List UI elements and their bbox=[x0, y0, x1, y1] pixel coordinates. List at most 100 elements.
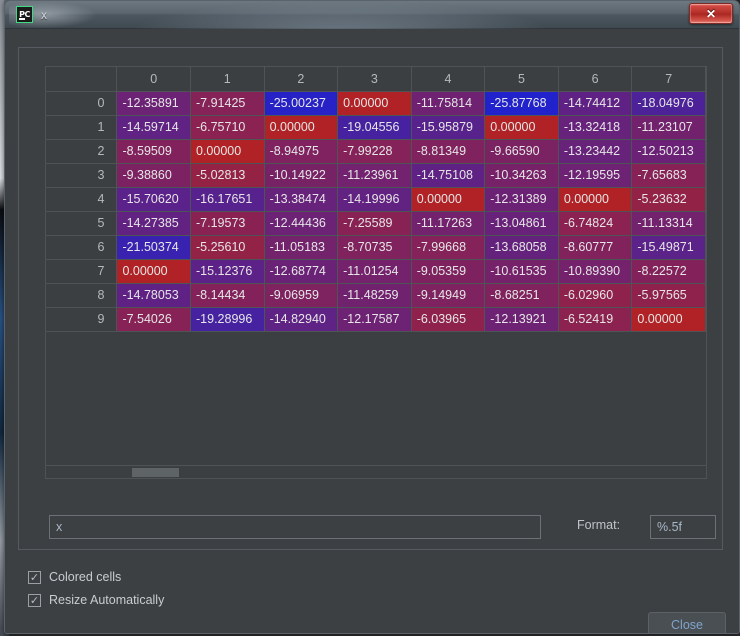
cell-9-1[interactable]: -19.28996 bbox=[190, 307, 265, 332]
cell-7-3[interactable]: -11.01254 bbox=[337, 259, 412, 284]
cell-5-4[interactable]: -11.17263 bbox=[411, 211, 486, 236]
horizontal-scrollbar-thumb[interactable] bbox=[132, 468, 179, 477]
cell-1-4[interactable]: -15.95879 bbox=[411, 115, 486, 140]
cell-4-6[interactable]: 0.00000 bbox=[558, 187, 633, 212]
cell-3-4[interactable]: -14.75108 bbox=[411, 163, 486, 188]
cell-4-5[interactable]: -12.31389 bbox=[484, 187, 559, 212]
cell-0-5[interactable]: -25.87768 bbox=[484, 91, 559, 116]
cell-5-3[interactable]: -7.25589 bbox=[337, 211, 412, 236]
cell-3-2[interactable]: -10.14922 bbox=[264, 163, 339, 188]
cell-1-6[interactable]: -13.32418 bbox=[558, 115, 633, 140]
column-header-0[interactable]: 0 bbox=[116, 67, 191, 92]
cell-7-1[interactable]: -15.12376 bbox=[190, 259, 265, 284]
cell-8-7[interactable]: -5.97565 bbox=[631, 283, 706, 308]
cell-3-3[interactable]: -11.23961 bbox=[337, 163, 412, 188]
cell-1-3[interactable]: -19.04556 bbox=[337, 115, 412, 140]
cell-2-7[interactable]: -12.50213 bbox=[631, 139, 706, 164]
cell-9-5[interactable]: -12.13921 bbox=[484, 307, 559, 332]
cell-7-2[interactable]: -12.68774 bbox=[264, 259, 339, 284]
cell-9-4[interactable]: -6.03965 bbox=[411, 307, 486, 332]
cell-2-6[interactable]: -13.23442 bbox=[558, 139, 633, 164]
cell-9-7[interactable]: 0.00000 bbox=[631, 307, 706, 332]
cell-7-5[interactable]: -10.61535 bbox=[484, 259, 559, 284]
cell-9-0[interactable]: -7.54026 bbox=[116, 307, 191, 332]
column-header-3[interactable]: 3 bbox=[337, 67, 412, 92]
cell-6-2[interactable]: -11.05183 bbox=[264, 235, 339, 260]
cell-5-5[interactable]: -13.04861 bbox=[484, 211, 559, 236]
column-header-1[interactable]: 1 bbox=[190, 67, 265, 92]
cell-9-6[interactable]: -6.52419 bbox=[558, 307, 633, 332]
cell-7-6[interactable]: -10.89390 bbox=[558, 259, 633, 284]
cell-2-0[interactable]: -8.59509 bbox=[116, 139, 191, 164]
column-header-4[interactable]: 4 bbox=[411, 67, 486, 92]
cell-6-1[interactable]: -5.25610 bbox=[190, 235, 265, 260]
cell-0-0[interactable]: -12.35891 bbox=[116, 91, 191, 116]
row-header-9[interactable]: 9 bbox=[46, 307, 118, 332]
resize-automatically-checkbox[interactable]: ✓ Resize Automatically bbox=[28, 593, 164, 607]
array-table-viewport[interactable]: 01234567 0 -12.35891 -7.91425 -25.00237 0.00… bbox=[45, 66, 707, 466]
colored-cells-checkbox[interactable]: ✓ Colored cells bbox=[28, 570, 121, 584]
row-header-3[interactable]: 3 bbox=[46, 163, 118, 188]
cell-0-6[interactable]: -14.74412 bbox=[558, 91, 633, 116]
cell-4-3[interactable]: -14.19996 bbox=[337, 187, 412, 212]
column-header-7[interactable]: 7 bbox=[631, 67, 706, 92]
cell-9-3[interactable]: -12.17587 bbox=[337, 307, 412, 332]
row-header-5[interactable]: 5 bbox=[46, 211, 118, 236]
row-header-4[interactable]: 4 bbox=[46, 187, 118, 212]
cell-4-4[interactable]: 0.00000 bbox=[411, 187, 486, 212]
cell-8-5[interactable]: -8.68251 bbox=[484, 283, 559, 308]
cell-5-0[interactable]: -14.27385 bbox=[116, 211, 191, 236]
row-header-6[interactable]: 6 bbox=[46, 235, 118, 260]
row-header-7[interactable]: 7 bbox=[46, 259, 118, 284]
horizontal-scrollbar[interactable] bbox=[45, 466, 707, 479]
cell-1-7[interactable]: -11.23107 bbox=[631, 115, 706, 140]
cell-2-4[interactable]: -8.81349 bbox=[411, 139, 486, 164]
cell-2-1[interactable]: 0.00000 bbox=[190, 139, 265, 164]
cell-8-4[interactable]: -9.14949 bbox=[411, 283, 486, 308]
close-button[interactable]: Close bbox=[648, 612, 726, 633]
cell-3-5[interactable]: -10.34263 bbox=[484, 163, 559, 188]
cell-7-4[interactable]: -9.05359 bbox=[411, 259, 486, 284]
cell-4-0[interactable]: -15.70620 bbox=[116, 187, 191, 212]
cell-2-3[interactable]: -7.99228 bbox=[337, 139, 412, 164]
cell-8-0[interactable]: -14.78053 bbox=[116, 283, 191, 308]
cell-6-5[interactable]: -13.68058 bbox=[484, 235, 559, 260]
cell-8-1[interactable]: -8.14434 bbox=[190, 283, 265, 308]
cell-9-2[interactable]: -14.82940 bbox=[264, 307, 339, 332]
cell-4-1[interactable]: -16.17651 bbox=[190, 187, 265, 212]
cell-3-1[interactable]: -5.02813 bbox=[190, 163, 265, 188]
row-header-0[interactable]: 0 bbox=[46, 91, 118, 116]
format-input[interactable] bbox=[650, 515, 716, 539]
cell-0-2[interactable]: -25.00237 bbox=[264, 91, 339, 116]
cell-5-1[interactable]: -7.19573 bbox=[190, 211, 265, 236]
cell-5-6[interactable]: -6.74824 bbox=[558, 211, 633, 236]
cell-1-1[interactable]: -6.75710 bbox=[190, 115, 265, 140]
column-header-5[interactable]: 5 bbox=[484, 67, 559, 92]
cell-6-0[interactable]: -21.50374 bbox=[116, 235, 191, 260]
window-close-button[interactable]: ✕ bbox=[689, 3, 733, 24]
cell-6-6[interactable]: -8.60777 bbox=[558, 235, 633, 260]
column-header-6[interactable]: 6 bbox=[558, 67, 633, 92]
cell-7-0[interactable]: 0.00000 bbox=[116, 259, 191, 284]
cell-5-7[interactable]: -11.13314 bbox=[631, 211, 706, 236]
cell-5-2[interactable]: -12.44436 bbox=[264, 211, 339, 236]
cell-3-6[interactable]: -12.19595 bbox=[558, 163, 633, 188]
cell-8-6[interactable]: -6.02960 bbox=[558, 283, 633, 308]
cell-1-0[interactable]: -14.59714 bbox=[116, 115, 191, 140]
cell-1-5[interactable]: 0.00000 bbox=[484, 115, 559, 140]
row-header-8[interactable]: 8 bbox=[46, 283, 118, 308]
cell-0-1[interactable]: -7.91425 bbox=[190, 91, 265, 116]
expression-input[interactable] bbox=[49, 515, 541, 539]
column-header-2[interactable]: 2 bbox=[264, 67, 339, 92]
cell-0-7[interactable]: -18.04976 bbox=[631, 91, 706, 116]
cell-4-2[interactable]: -13.38474 bbox=[264, 187, 339, 212]
cell-2-2[interactable]: -8.94975 bbox=[264, 139, 339, 164]
cell-3-7[interactable]: -7.65683 bbox=[631, 163, 706, 188]
row-header-2[interactable]: 2 bbox=[46, 139, 118, 164]
cell-0-4[interactable]: -11.75814 bbox=[411, 91, 486, 116]
cell-8-3[interactable]: -11.48259 bbox=[337, 283, 412, 308]
row-header-1[interactable]: 1 bbox=[46, 115, 118, 140]
cell-1-2[interactable]: 0.00000 bbox=[264, 115, 339, 140]
cell-2-5[interactable]: -9.66590 bbox=[484, 139, 559, 164]
cell-6-4[interactable]: -7.99668 bbox=[411, 235, 486, 260]
